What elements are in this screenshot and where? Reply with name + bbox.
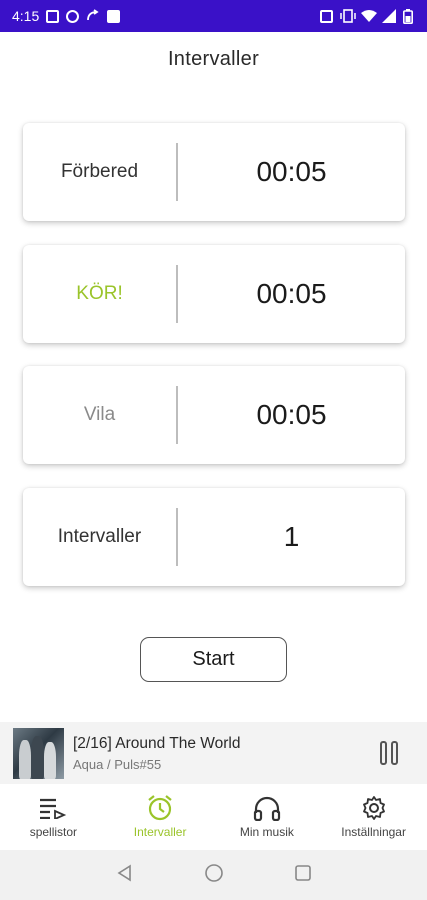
- battery-icon: [403, 9, 417, 24]
- image-icon: [107, 9, 121, 23]
- page-title: Intervaller: [167, 48, 260, 70]
- pause-button[interactable]: [369, 733, 409, 773]
- interval-value[interactable]: 00:05: [178, 156, 405, 188]
- interval-value[interactable]: 00:05: [178, 278, 405, 310]
- interval-value[interactable]: 1: [178, 521, 405, 553]
- system-nav-bar: [0, 850, 427, 900]
- home-icon[interactable]: [204, 863, 224, 888]
- nav-item-playlists[interactable]: spellistor: [0, 784, 107, 850]
- nav-item-settings[interactable]: Inställningar: [320, 784, 427, 850]
- interval-card-count[interactable]: Intervaller 1: [23, 488, 405, 586]
- status-bar: 4:15: [0, 0, 427, 32]
- calendar-icon: [46, 9, 60, 23]
- interval-card-run[interactable]: KÖR! 00:05: [23, 245, 405, 343]
- now-playing-bar[interactable]: [2/16] Around The World Aqua / Puls#55: [0, 722, 427, 784]
- headphones-icon: [252, 794, 282, 822]
- interval-label: Förbered: [60, 161, 139, 182]
- nav-label: Intervaller: [133, 825, 187, 839]
- now-playing-info: [2/16] Around The World Aqua / Puls#55: [73, 735, 369, 772]
- interval-value[interactable]: 00:05: [178, 399, 405, 431]
- nav-item-my-music[interactable]: Min musik: [214, 784, 321, 850]
- nav-label: Inställningar: [341, 825, 406, 839]
- nav-label: Min musik: [239, 825, 294, 839]
- alarm-clock-icon: [145, 794, 175, 822]
- interval-card-prepare[interactable]: Förbered 00:05: [23, 123, 405, 221]
- nfc-icon: [320, 9, 333, 23]
- interval-label: Intervaller: [57, 526, 142, 547]
- track-artist: Aqua / Puls#55: [73, 756, 162, 772]
- sync-icon: [66, 9, 80, 23]
- bottom-nav: spellistor Intervaller Min musik Inställ…: [0, 784, 427, 850]
- interval-label: KÖR!: [76, 283, 123, 304]
- start-button[interactable]: Start: [140, 637, 287, 682]
- pause-icon: [380, 741, 387, 765]
- nav-label: spellistor: [29, 825, 78, 839]
- album-art: [13, 727, 64, 779]
- status-time: 4:15: [12, 8, 40, 24]
- back-icon[interactable]: [116, 864, 134, 887]
- call-forward-icon: [86, 9, 100, 23]
- gear-icon: [359, 794, 389, 822]
- vibrate-icon: [340, 9, 356, 23]
- playlist-icon: [38, 794, 68, 822]
- interval-card-rest[interactable]: Vila 00:05: [23, 366, 405, 464]
- nav-item-intervals[interactable]: Intervaller: [107, 784, 214, 850]
- recents-icon[interactable]: [294, 864, 312, 887]
- interval-label: Vila: [83, 404, 116, 425]
- track-title: [2/16] Around The World: [73, 734, 241, 752]
- wifi-icon: [361, 9, 377, 23]
- signal-icon: [382, 9, 396, 23]
